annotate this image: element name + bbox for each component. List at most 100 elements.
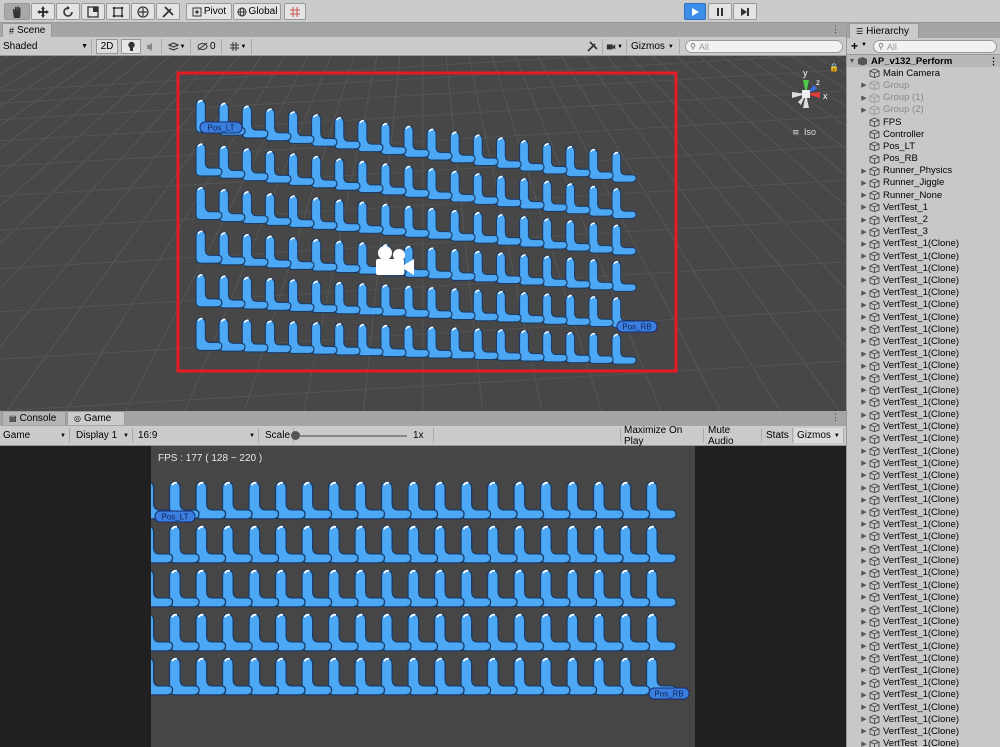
mute-audio-toggle[interactable]: Mute Audio xyxy=(705,425,762,447)
aspect-dropdown[interactable]: 16:9 ▼ xyxy=(135,428,259,443)
move-tool-button[interactable] xyxy=(31,3,55,20)
scene-menu-icon[interactable]: ⋮ xyxy=(831,24,840,35)
lock-icon[interactable]: 🔒 xyxy=(829,63,839,72)
hierarchy-item[interactable]: ▶ VertTest_1(Clone) xyxy=(847,250,1000,262)
hierarchy-item[interactable]: ▶ VertTest_1(Clone) xyxy=(847,567,1000,579)
hierarchy-item[interactable]: ▶ VertTest_1(Clone) xyxy=(847,555,1000,567)
lighting-toggle[interactable] xyxy=(121,39,141,54)
expand-arrow-icon[interactable]: ▼ xyxy=(847,58,857,65)
hierarchy-item[interactable]: ▶ VertTest_1(Clone) xyxy=(847,518,1000,530)
hierarchy-item[interactable]: ▶ VertTest_1(Clone) xyxy=(847,274,1000,286)
expand-arrow-icon[interactable]: ▶ xyxy=(859,398,869,406)
hierarchy-item[interactable]: ▶ VertTest_1(Clone) xyxy=(847,579,1000,591)
expand-arrow-icon[interactable]: ▶ xyxy=(859,703,869,711)
effects-dropdown[interactable]: ▼ xyxy=(163,39,191,54)
hierarchy-item[interactable]: ▶ VertTest_1(Clone) xyxy=(847,701,1000,713)
audio-toggle[interactable] xyxy=(142,39,162,54)
shading-mode-dropdown[interactable]: Shaded ▼ xyxy=(0,39,92,54)
hierarchy-root-row[interactable]: ▼ AP_v132_Perform ⋮ xyxy=(847,55,1000,68)
hierarchy-item[interactable]: ▶ VertTest_1(Clone) xyxy=(847,384,1000,396)
hierarchy-item[interactable]: ▶ VertTest_1(Clone) xyxy=(847,725,1000,737)
game-viewport[interactable]: FPS : 177 ( 128 ~ 220 ) Pos_LT Pos_RB xyxy=(151,446,695,747)
expand-arrow-icon[interactable]: ▶ xyxy=(859,411,869,419)
expand-arrow-icon[interactable]: ▶ xyxy=(859,484,869,492)
hierarchy-item[interactable]: Main Camera xyxy=(847,67,1000,79)
expand-arrow-icon[interactable]: ▶ xyxy=(859,252,869,260)
expand-arrow-icon[interactable]: ▶ xyxy=(859,301,869,309)
hierarchy-item[interactable]: ▶ VertTest_1(Clone) xyxy=(847,652,1000,664)
stats-toggle[interactable]: Stats xyxy=(763,428,793,443)
expand-arrow-icon[interactable]: ▶ xyxy=(859,618,869,626)
scene-viewport[interactable]: Pos_LT Pos_RB y z x 🔒 ≡ Iso xyxy=(0,56,846,411)
hand-tool-button[interactable] xyxy=(4,3,30,20)
hierarchy-item[interactable]: Controller xyxy=(847,128,1000,140)
hierarchy-item[interactable]: ▶ VertTest_1(Clone) xyxy=(847,408,1000,420)
hierarchy-item[interactable]: ▶ VertTest_1(Clone) xyxy=(847,530,1000,542)
scene-tools-button[interactable] xyxy=(583,39,603,54)
hierarchy-item[interactable]: ▶ Group (1) xyxy=(847,92,1000,104)
hierarchy-item[interactable]: ▶ VertTest_1(Clone) xyxy=(847,433,1000,445)
expand-arrow-icon[interactable]: ▶ xyxy=(859,520,869,528)
expand-arrow-icon[interactable]: ▶ xyxy=(859,557,869,565)
hierarchy-item[interactable]: ▶ VertTest_1(Clone) xyxy=(847,238,1000,250)
hierarchy-item[interactable]: ▶ VertTest_1(Clone) xyxy=(847,689,1000,701)
expand-arrow-icon[interactable]: ▶ xyxy=(859,471,869,479)
expand-arrow-icon[interactable]: ▶ xyxy=(859,423,869,431)
rotate-tool-button[interactable] xyxy=(56,3,80,20)
expand-arrow-icon[interactable]: ▶ xyxy=(859,374,869,382)
expand-arrow-icon[interactable]: ▶ xyxy=(859,325,869,333)
hierarchy-item[interactable]: ▶ VertTest_3 xyxy=(847,226,1000,238)
hierarchy-item[interactable]: ▶ VertTest_1(Clone) xyxy=(847,396,1000,408)
expand-arrow-icon[interactable]: ▶ xyxy=(859,459,869,467)
hierarchy-item[interactable]: ▶ Runner_Physics xyxy=(847,165,1000,177)
expand-arrow-icon[interactable]: ▶ xyxy=(859,606,869,614)
expand-arrow-icon[interactable]: ▶ xyxy=(859,264,869,272)
play-button[interactable] xyxy=(684,3,706,20)
hierarchy-item[interactable]: ▶ VertTest_1(Clone) xyxy=(847,335,1000,347)
expand-arrow-icon[interactable]: ▶ xyxy=(859,654,869,662)
expand-arrow-icon[interactable]: ▶ xyxy=(859,81,869,89)
scene-search-input[interactable]: ⚲ All xyxy=(685,40,843,53)
hierarchy-item[interactable]: Pos_RB xyxy=(847,153,1000,165)
orientation-gizmo[interactable]: y z x xyxy=(792,68,828,108)
hierarchy-item[interactable]: ▶ VertTest_1(Clone) xyxy=(847,482,1000,494)
expand-arrow-icon[interactable]: ▶ xyxy=(859,276,869,284)
twod-toggle[interactable]: 2D xyxy=(96,39,118,54)
hierarchy-item[interactable]: ▶ VertTest_1(Clone) xyxy=(847,372,1000,384)
expand-arrow-icon[interactable]: ▶ xyxy=(859,167,869,175)
hierarchy-item[interactable]: ▶ VertTest_2 xyxy=(847,213,1000,225)
expand-arrow-icon[interactable]: ▶ xyxy=(859,496,869,504)
expand-arrow-icon[interactable]: ▶ xyxy=(859,362,869,370)
expand-arrow-icon[interactable]: ▶ xyxy=(859,593,869,601)
hierarchy-item[interactable]: FPS xyxy=(847,116,1000,128)
hierarchy-item[interactable]: ▶ VertTest_1(Clone) xyxy=(847,506,1000,518)
expand-arrow-icon[interactable]: ▶ xyxy=(859,191,869,199)
hierarchy-item[interactable]: ▶ VertTest_1(Clone) xyxy=(847,445,1000,457)
expand-arrow-icon[interactable]: ▶ xyxy=(859,569,869,577)
expand-arrow-icon[interactable]: ▶ xyxy=(859,203,869,211)
expand-arrow-icon[interactable]: ▶ xyxy=(859,350,869,358)
scale-slider[interactable] xyxy=(291,431,407,440)
iso-toggle[interactable]: ≡ Iso xyxy=(792,127,816,138)
hierarchy-item[interactable]: ▶ VertTest_1(Clone) xyxy=(847,664,1000,676)
custom-tool-button[interactable] xyxy=(156,3,180,20)
tab-game[interactable]: ◎ Game xyxy=(67,411,125,425)
tab-scene[interactable]: # Scene xyxy=(2,23,52,37)
rect-tool-button[interactable] xyxy=(106,3,130,20)
expand-arrow-icon[interactable]: ▶ xyxy=(859,216,869,224)
hierarchy-item[interactable]: ▶ VertTest_1(Clone) xyxy=(847,494,1000,506)
game-gizmos-dropdown[interactable]: Gizmos ▼ xyxy=(794,428,844,443)
expand-arrow-icon[interactable]: ▶ xyxy=(859,228,869,236)
expand-arrow-icon[interactable]: ▶ xyxy=(859,289,869,297)
hierarchy-item[interactable]: ▶ VertTest_1(Clone) xyxy=(847,738,1000,747)
display-dropdown[interactable]: Display 1 ▼ xyxy=(73,428,133,443)
expand-arrow-icon[interactable]: ▶ xyxy=(859,679,869,687)
tab-console[interactable]: ▤ Console xyxy=(2,411,66,425)
hierarchy-item[interactable]: ▶ VertTest_1(Clone) xyxy=(847,628,1000,640)
hierarchy-item[interactable]: ▶ VertTest_1 xyxy=(847,201,1000,213)
hierarchy-item[interactable]: ▶ VertTest_1(Clone) xyxy=(847,457,1000,469)
hierarchy-search-input[interactable]: ⚲ All xyxy=(873,40,997,53)
global-toggle[interactable]: Global xyxy=(233,3,281,20)
scene-gizmos-dropdown[interactable]: Gizmos ▼ xyxy=(628,39,680,54)
hierarchy-item[interactable]: ▶ VertTest_1(Clone) xyxy=(847,677,1000,689)
